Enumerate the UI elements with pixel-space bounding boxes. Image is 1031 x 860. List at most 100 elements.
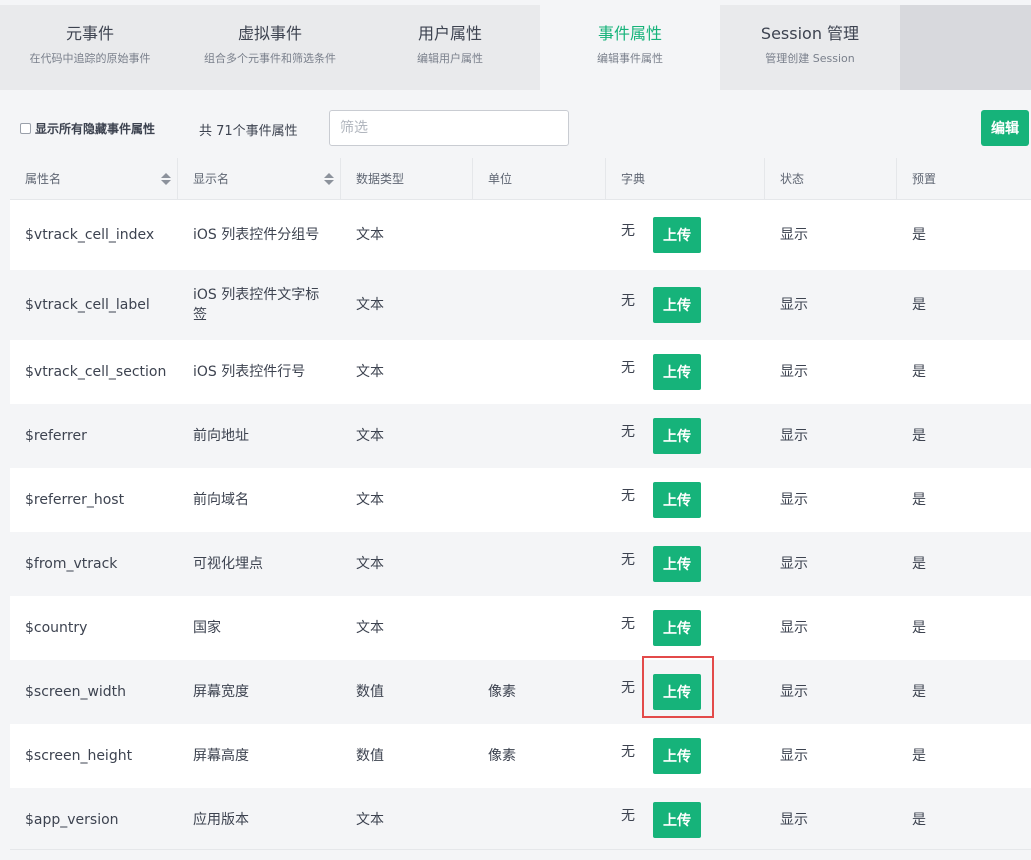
header-display-name[interactable]: 显示名 bbox=[178, 158, 341, 199]
table-row: $vtrack_cell_label iOS 列表控件文字标签 文本 无 上传 显示 是 bbox=[10, 270, 1031, 340]
tab-virtual-events[interactable]: 虚拟事件 组合多个元事件和筛选条件 bbox=[180, 5, 360, 90]
cell-display-name: 应用版本 bbox=[193, 812, 249, 828]
cell-display-name: 前向地址 bbox=[193, 428, 249, 444]
upload-button[interactable]: 上传 bbox=[653, 482, 701, 518]
tab-user-properties[interactable]: 用户属性 编辑用户属性 bbox=[360, 5, 540, 90]
tab-title: 元事件 bbox=[65, 24, 114, 43]
cell-data-type: 文本 bbox=[356, 492, 384, 508]
upload-button[interactable]: 上传 bbox=[653, 546, 701, 582]
cell-unit bbox=[473, 404, 606, 468]
cell-preset: 是 bbox=[912, 297, 926, 313]
cell-unit: 像素 bbox=[488, 748, 516, 764]
cell-data-type: 文本 bbox=[356, 227, 384, 243]
cell-data-type: 文本 bbox=[356, 556, 384, 572]
cell-data-type: 文本 bbox=[356, 297, 384, 313]
table-row: $screen_width 屏幕宽度 数值 像素 无 上传 显示 是 bbox=[10, 660, 1031, 724]
table-row: $screen_height 屏幕高度 数值 像素 无 上传 显示 是 bbox=[10, 724, 1031, 788]
cell-property-name: $app_version bbox=[25, 812, 119, 828]
table-row: $country 国家 文本 无 上传 显示 是 bbox=[10, 596, 1031, 660]
cell-property-name: $referrer bbox=[25, 428, 87, 444]
table-body: $vtrack_cell_index iOS 列表控件分组号 文本无上传 显示是 $vt… bbox=[10, 200, 1031, 852]
cell-preset: 是 bbox=[912, 227, 926, 243]
header-preset: 预置 bbox=[912, 172, 937, 186]
cell-preset: 是 bbox=[912, 812, 926, 828]
show-hidden-toggle[interactable]: 显示所有隐藏事件属性 bbox=[20, 120, 155, 137]
table-row: $referrer_host 前向域名 文本 无 上传 显示 是 bbox=[10, 468, 1031, 532]
dictionary-value: 无 bbox=[621, 488, 635, 504]
cell-unit bbox=[473, 532, 606, 596]
table-row: $from_vtrack 可视化埋点 文本 无 上传 显示 是 bbox=[10, 532, 1031, 596]
upload-button[interactable]: 上传 bbox=[653, 217, 701, 253]
cell-dictionary: 无 上传 bbox=[606, 596, 765, 660]
cell-property-name: $screen_width bbox=[25, 684, 127, 700]
cell-dictionary: 无 上传 bbox=[606, 532, 765, 596]
dictionary-value: 无 bbox=[621, 616, 635, 632]
cell-preset: 是 bbox=[912, 748, 926, 764]
sort-icon[interactable] bbox=[161, 173, 171, 185]
tab-title: Session 管理 bbox=[760, 24, 860, 43]
upload-button[interactable]: 上传 bbox=[653, 610, 701, 646]
show-hidden-checkbox[interactable] bbox=[20, 123, 31, 134]
cell-display-name: 国家 bbox=[193, 620, 221, 636]
cell-preset: 是 bbox=[912, 684, 926, 700]
cell-display-name: 屏幕宽度 bbox=[193, 684, 249, 700]
tab-title: 事件属性 bbox=[597, 24, 662, 43]
cell-status: 显示 bbox=[780, 748, 808, 764]
cell-property-name: $vtrack_cell_section bbox=[25, 364, 167, 380]
cell-unit bbox=[473, 596, 606, 660]
cell-data-type: 文本 bbox=[356, 428, 384, 444]
tab-event-properties[interactable]: 事件属性 编辑事件属性 bbox=[540, 5, 720, 90]
cell-display-name: iOS 列表控件文字标签 bbox=[193, 287, 320, 323]
cell-data-type: 数值 bbox=[356, 748, 384, 764]
divider bbox=[10, 849, 1031, 850]
cell-preset: 是 bbox=[912, 364, 926, 380]
upload-button[interactable]: 上传 bbox=[653, 287, 701, 323]
edit-button[interactable]: 编辑 bbox=[981, 110, 1029, 146]
cell-property-name: $referrer_host bbox=[25, 492, 125, 508]
tab-subtitle: 编辑用户属性 bbox=[417, 52, 483, 65]
property-count: 共 71个事件属性 bbox=[199, 124, 298, 139]
cell-status: 显示 bbox=[780, 684, 808, 700]
tab-meta-events[interactable]: 元事件 在代码中追踪的原始事件 bbox=[0, 5, 180, 90]
cell-display-name: 前向域名 bbox=[193, 492, 249, 508]
cell-property-name: $country bbox=[25, 620, 88, 636]
cell-status: 显示 bbox=[780, 428, 808, 444]
cell-display-name: iOS 列表控件行号 bbox=[193, 364, 306, 380]
dictionary-value: 无 bbox=[621, 424, 635, 440]
cell-preset: 是 bbox=[912, 620, 926, 636]
toolbar: 显示所有隐藏事件属性 共 71个事件属性 编辑 bbox=[0, 108, 1031, 148]
table-row: $vtrack_cell_section iOS 列表控件行号 文本 无 上传 显示 是 bbox=[10, 340, 1031, 404]
upload-button[interactable]: 上传 bbox=[653, 674, 701, 710]
tab-session-management[interactable]: Session 管理 管理创建 Session bbox=[720, 5, 900, 90]
cell-data-type: 文本 bbox=[356, 364, 384, 380]
cell-data-type: 文本 bbox=[356, 620, 384, 636]
header-unit: 单位 bbox=[473, 158, 606, 199]
tab-subtitle: 管理创建 Session bbox=[765, 52, 855, 65]
tab-bar: 元事件 在代码中追踪的原始事件 虚拟事件 组合多个元事件和筛选条件 用户属性 编… bbox=[0, 5, 1031, 90]
cell-status: 显示 bbox=[780, 556, 808, 572]
dictionary-value: 无 bbox=[621, 360, 635, 376]
cell-preset: 是 bbox=[912, 428, 926, 444]
upload-button[interactable]: 上传 bbox=[653, 354, 701, 390]
tab-title: 虚拟事件 bbox=[237, 24, 302, 43]
filter-input[interactable] bbox=[329, 110, 569, 146]
cell-dictionary: 无 上传 bbox=[606, 724, 765, 788]
cell-display-name: 屏幕高度 bbox=[193, 748, 249, 764]
table-header: 属性名 显示名 数据类型 单位 字典 状态 预置 bbox=[10, 158, 1031, 200]
header-property-name[interactable]: 属性名 bbox=[10, 158, 178, 199]
upload-button[interactable]: 上传 bbox=[653, 802, 701, 838]
cell-preset: 是 bbox=[912, 556, 926, 572]
upload-button[interactable]: 上传 bbox=[653, 738, 701, 774]
header-status: 状态 bbox=[765, 158, 897, 199]
upload-button[interactable]: 上传 bbox=[653, 418, 701, 454]
cell-dictionary: 无 上传 bbox=[606, 468, 765, 532]
sort-icon[interactable] bbox=[324, 173, 334, 185]
dictionary-value: 无 bbox=[621, 808, 635, 824]
cell-dictionary: 无 上传 bbox=[606, 200, 765, 270]
tab-bar-filler bbox=[900, 5, 1031, 90]
show-hidden-label: 显示所有隐藏事件属性 bbox=[35, 122, 156, 136]
cell-dictionary: 无 上传 bbox=[606, 788, 765, 852]
cell-property-name: $screen_height bbox=[25, 748, 133, 764]
cell-status: 显示 bbox=[780, 620, 808, 636]
header-data-type: 数据类型 bbox=[341, 158, 473, 199]
